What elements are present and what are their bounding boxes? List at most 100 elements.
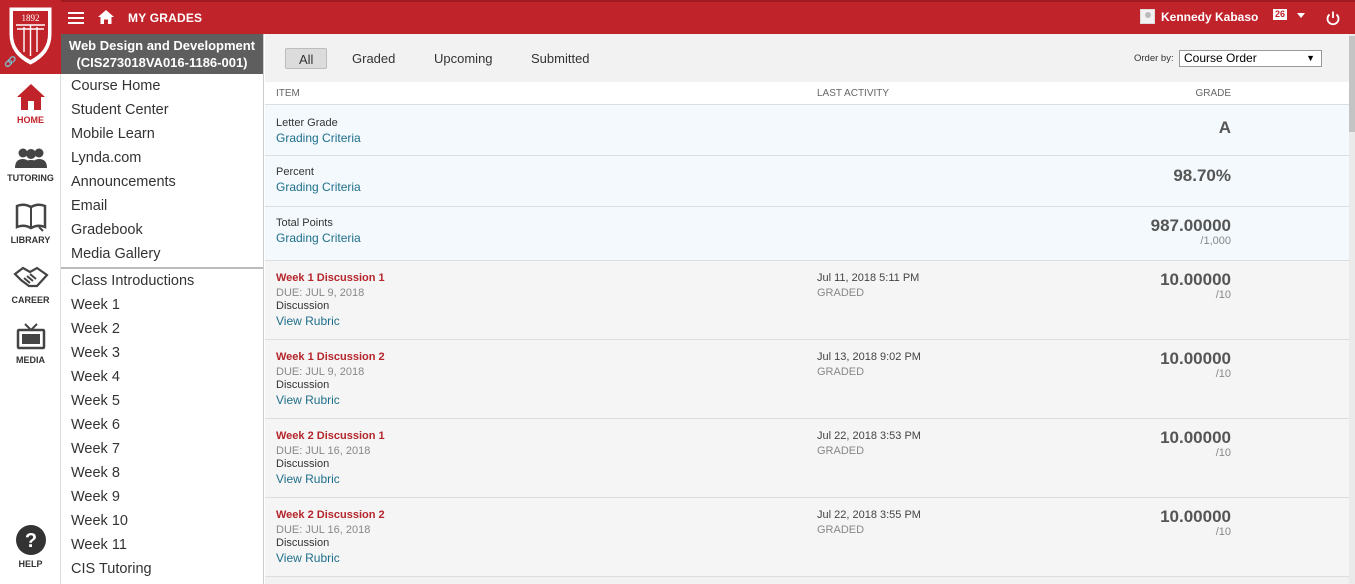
view-rubric-link[interactable]: View Rubric — [276, 393, 340, 407]
home-icon — [16, 84, 45, 110]
course-nav-item[interactable]: Week 6 — [61, 413, 263, 437]
course-nav-item[interactable]: Week 7 — [61, 437, 263, 461]
course-nav-bottom: Class Introductions Week 1 Week 2 Week 3 Wee… — [61, 269, 263, 581]
summary-grade: 98.70% — [1173, 166, 1231, 185]
view-rubric-link[interactable]: View Rubric — [276, 314, 340, 328]
grade-items: Week 1 Discussion 1 DUE: JUL 9, 2018 Discu… — [265, 261, 1349, 577]
item-status: GRADED — [817, 366, 865, 378]
help-icon: ? — [15, 525, 46, 555]
table-header: ITEM LAST ACTIVITY GRADE — [265, 82, 1349, 105]
order-by-select[interactable]: Course Order ▼ — [1179, 50, 1322, 67]
rail-label: HELP — [18, 559, 43, 569]
item-status: GRADED — [817, 287, 865, 299]
summary-row: Percent Grading Criteria 98.70% — [265, 156, 1349, 207]
course-nav-item[interactable]: Mobile Learn — [61, 122, 263, 146]
last-activity-date: Jul 22, 2018 3:53 PM — [817, 430, 921, 442]
rail-media[interactable]: MEDIA — [0, 322, 61, 365]
rail-help[interactable]: ? HELP — [0, 524, 61, 569]
course-nav-item[interactable]: Week 8 — [61, 461, 263, 485]
course-nav-item[interactable]: Week 5 — [61, 389, 263, 413]
filter-upcoming[interactable]: Upcoming — [434, 48, 493, 69]
career-icon — [12, 266, 49, 288]
order-by-label: Order by: — [1134, 53, 1174, 64]
rail-label: LIBRARY — [10, 235, 51, 245]
grading-criteria-link[interactable]: Grading Criteria — [276, 180, 361, 194]
top-bar: MY GRADES Kennedy Kabaso 26 — [0, 0, 1355, 34]
item-outof: /10 — [1215, 447, 1231, 459]
summary-label: Letter Grade — [276, 117, 338, 129]
col-grade: GRADE — [1195, 88, 1231, 99]
item-due-date: DUE: JUL 9, 2018 — [276, 287, 365, 299]
course-nav-item[interactable]: Media Gallery — [61, 242, 263, 266]
course-name: Web Design and Development — [68, 38, 256, 53]
course-nav-item[interactable]: Student Center — [61, 98, 263, 122]
user-name[interactable]: Kennedy Kabaso — [1161, 10, 1258, 24]
scrollbar-thumb[interactable] — [1349, 36, 1355, 132]
course-nav-item[interactable]: Class Introductions — [61, 269, 263, 293]
last-activity-date: Jul 13, 2018 9:02 PM — [817, 351, 921, 363]
filter-submitted[interactable]: Submitted — [531, 48, 590, 69]
rail-home[interactable]: HOME — [0, 82, 61, 125]
item-title[interactable]: Week 1 Discussion 2 — [276, 351, 385, 363]
link-icon[interactable]: 🔗 — [4, 57, 16, 68]
summary-outof: /1,000 — [1200, 235, 1231, 247]
item-grade: 10.00000 — [1160, 270, 1231, 289]
svg-text:?: ? — [24, 530, 36, 552]
item-status: GRADED — [817, 524, 865, 536]
course-nav-item[interactable]: Week 9 — [61, 485, 263, 509]
course-nav-item[interactable]: Week 11 — [61, 533, 263, 557]
item-title[interactable]: Week 2 Discussion 2 — [276, 509, 385, 521]
grading-criteria-link[interactable]: Grading Criteria — [276, 131, 361, 145]
logo-text: 1892 — [22, 13, 40, 23]
view-rubric-link[interactable]: View Rubric — [276, 551, 340, 565]
rail-label: CAREER — [11, 295, 50, 305]
notification-badge[interactable]: 26 — [1273, 9, 1288, 20]
rail-label: HOME — [17, 115, 44, 125]
item-due-date: DUE: JUL 16, 2018 — [276, 445, 371, 457]
user-menu[interactable]: Kennedy Kabaso — [1140, 9, 1258, 24]
item-type: Discussion — [276, 458, 330, 470]
filter-graded[interactable]: Graded — [352, 48, 395, 69]
course-nav-item[interactable]: Course Home — [61, 74, 263, 98]
col-item: ITEM — [276, 88, 300, 99]
summary-grade: A — [1218, 118, 1231, 137]
course-nav-item[interactable]: Announcements — [61, 170, 263, 194]
course-code: (CIS273018VA016-1186-001) — [76, 55, 248, 70]
school-logo[interactable]: 1892 🔗 — [0, 0, 61, 74]
course-nav-item[interactable]: Email — [61, 194, 263, 218]
filter-all[interactable]: All — [285, 48, 328, 69]
library-icon — [15, 203, 46, 232]
icon-rail: HOME TUTORING LIBRARY CAREER MEDIA ? HEL… — [0, 74, 61, 584]
rail-tutoring[interactable]: TUTORING — [0, 146, 61, 183]
course-nav-item[interactable]: CIS Tutoring — [61, 557, 263, 581]
menu-icon[interactable] — [68, 12, 84, 24]
last-activity-date: Jul 22, 2018 3:55 PM — [817, 509, 921, 521]
filter-bar: All Graded Upcoming Submitted Order by: … — [265, 34, 1349, 82]
course-nav-item[interactable]: Lynda.com — [61, 146, 263, 170]
item-outof: /10 — [1215, 368, 1231, 380]
course-nav-item[interactable]: Week 10 — [61, 509, 263, 533]
item-due-date: DUE: JUL 9, 2018 — [276, 366, 365, 378]
item-type: Discussion — [276, 379, 330, 391]
rail-career[interactable]: CAREER — [0, 264, 61, 305]
course-nav-item[interactable]: Gradebook — [61, 218, 263, 242]
grades-panel: All Graded Upcoming Submitted Order by: … — [265, 34, 1349, 584]
course-nav-item[interactable]: Week 1 — [61, 293, 263, 317]
course-nav-item[interactable]: Week 2 — [61, 317, 263, 341]
course-nav-item[interactable]: Week 4 — [61, 365, 263, 389]
power-icon[interactable] — [1325, 10, 1341, 26]
course-title[interactable]: Web Design and Development (CIS273018VA0… — [61, 34, 263, 74]
summary-label: Percent — [276, 166, 314, 178]
home-icon[interactable] — [97, 9, 115, 25]
item-due-date: DUE: JUL 16, 2018 — [276, 524, 371, 536]
rail-label: MEDIA — [16, 355, 45, 365]
rail-library[interactable]: LIBRARY — [0, 202, 61, 245]
item-title[interactable]: Week 1 Discussion 1 — [276, 272, 385, 284]
grade-row: Week 2 Discussion 2 DUE: JUL 16, 2018 Disc… — [265, 498, 1349, 577]
chevron-down-icon[interactable] — [1297, 13, 1305, 18]
course-nav-item[interactable]: Week 3 — [61, 341, 263, 365]
view-rubric-link[interactable]: View Rubric — [276, 472, 340, 486]
grading-criteria-link[interactable]: Grading Criteria — [276, 231, 361, 245]
item-title[interactable]: Week 2 Discussion 1 — [276, 430, 385, 442]
item-grade: 10.00000 — [1160, 507, 1231, 526]
